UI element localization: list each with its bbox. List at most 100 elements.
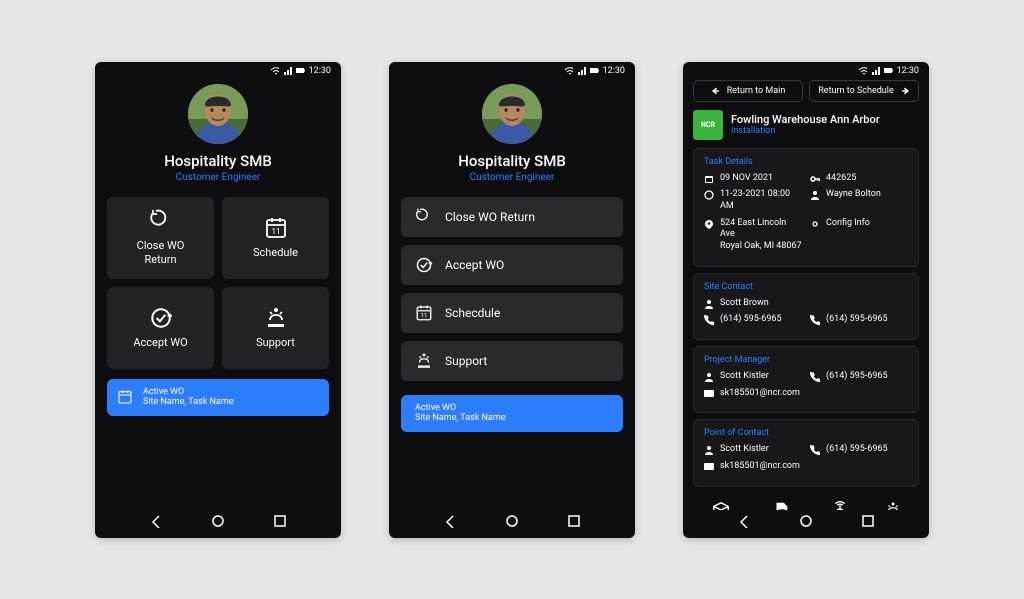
tile-label: Support [256,336,295,349]
calendar-icon [264,216,288,240]
job-type: Installation [731,126,880,136]
recents-button[interactable] [861,514,875,528]
active-wo-bar[interactable]: Active WO Site Name, Task Name [401,395,623,433]
close-wo-return-button[interactable]: Close WO Return [401,197,623,237]
pm-name: Scott Kistler [704,371,802,383]
task-key: 442625 [810,173,908,185]
wifi-icon [564,66,573,75]
support-button[interactable]: Support [401,341,623,381]
contact-phone-alt[interactable]: (614) 595-6965 [810,314,908,326]
page-title: Hospitality SMB [401,152,623,170]
recents-button[interactable] [273,514,287,528]
support-tile[interactable]: Support [222,287,329,369]
clock-label: 12:30 [897,66,919,76]
card-header: Point of Contact [704,428,908,438]
card-header: Site Contact [704,282,908,292]
box-icon [712,501,730,510]
refresh-icon [415,208,433,226]
poc-name: Scott Kistler [704,444,802,456]
button-label: Schecdule [445,306,500,320]
button-label: Return to Schedule [818,86,893,96]
clock-label: 12:30 [603,66,625,76]
accept-wo-button[interactable]: Accept WO [401,245,623,285]
tile-label: Schedule [253,246,298,259]
home-button[interactable] [799,514,813,528]
point-of-contact-card: Point of Contact Scott Kistler (614) 595… [693,419,919,486]
project-manager-card: Project Manager Scott Kistler (614) 595-… [693,346,919,413]
document-icon [772,501,790,510]
home-button[interactable] [211,514,225,528]
recents-button[interactable] [567,514,581,528]
tracking-icon [831,501,849,510]
refresh-icon [149,209,173,233]
task-date: 09 NOV 2021 [704,173,802,185]
battery-icon [884,66,893,75]
android-nav-bar [95,510,341,538]
page-subtitle: Customer Engineer [107,172,329,183]
avatar[interactable] [482,84,542,144]
active-wo-bar[interactable]: Active WO Site Name, Task Name [107,379,329,417]
nav-inventory[interactable]: Inventory [705,501,738,510]
signal-icon [871,66,880,75]
calendar-icon [415,304,433,322]
site-contact-card: Site Contact Scott Brown (614) 595-6965 … [693,273,919,340]
company-name: Fowling Warehouse Ann Arbor [731,113,880,126]
check-plus-icon [149,306,173,330]
check-plus-icon [415,256,433,274]
card-header: Project Manager [704,355,908,365]
task-address: 524 East Lincoln AveRoyal Oak, MI 48067 [704,218,802,253]
page-title: Hospitality SMB [107,152,329,170]
avatar[interactable] [188,84,248,144]
company-logo: NCR [693,110,723,140]
button-label: Accept WO [445,258,504,272]
phone-screen-list: 12:30 Hospitality SMB Customer Engineer … [389,62,635,538]
status-bar: 12:30 [389,62,635,80]
active-wo-subtitle: Site Name, Task Name [415,413,505,424]
poc-phone[interactable]: (614) 595-6965 [810,444,908,456]
tile-label: Accept WO [133,336,187,349]
poc-email[interactable]: sk185501@ncr.com [704,461,908,473]
nav-support[interactable]: Support [879,501,907,510]
arrow-right-icon [900,86,910,96]
tile-label: Close WO Return [137,239,185,265]
task-details-card: Task Details 09 NOV 2021 442625 11-23-20… [693,148,919,267]
android-nav-bar [683,510,929,538]
phone-screen-details: 12:30 Return to Main Return to Schedule … [683,62,929,538]
button-label: Close WO Return [445,210,535,224]
back-button[interactable] [443,514,457,528]
back-button[interactable] [149,514,163,528]
contact-name: Scott Brown [704,298,908,310]
page-subtitle: Customer Engineer [401,172,623,183]
close-wo-return-tile[interactable]: Close WO Return [107,197,214,279]
button-label: Return to Main [727,86,786,96]
pm-email[interactable]: sk185501@ncr.com [704,388,908,400]
task-assignee: Wayne Bolton [810,189,908,212]
calendar-icon [117,389,133,405]
contact-phone[interactable]: (614) 595-6965 [704,314,802,326]
config-info-link[interactable]: Config Info [810,218,908,253]
status-bar: 12:30 [95,62,341,80]
return-to-schedule-button[interactable]: Return to Schedule [809,80,919,102]
support-icon [415,352,433,370]
back-button[interactable] [737,514,751,528]
support-icon [264,306,288,330]
nav-tracking[interactable]: Tracking [825,501,855,510]
wifi-icon [858,66,867,75]
return-to-main-button[interactable]: Return to Main [693,80,803,102]
android-nav-bar [389,510,635,538]
active-wo-subtitle: Site Name, Task Name [143,397,233,408]
bottom-nav: Inventory Documents Tracking Support [693,493,919,510]
schedule-tile[interactable]: Schedule [222,197,329,279]
signal-icon [283,66,292,75]
accept-wo-tile[interactable]: Accept WO [107,287,214,369]
task-datetime: 11-23-2021 08:00 AM [704,189,802,212]
battery-icon [296,66,305,75]
clock-label: 12:30 [309,66,331,76]
pm-phone[interactable]: (614) 595-6965 [810,371,908,383]
company-header: NCR Fowling Warehouse Ann Arbor Installa… [693,110,919,140]
schedule-button[interactable]: Schecdule [401,293,623,333]
home-button[interactable] [505,514,519,528]
nav-documents[interactable]: Documents [761,501,802,510]
wifi-icon [270,66,279,75]
button-label: Support [445,354,487,368]
